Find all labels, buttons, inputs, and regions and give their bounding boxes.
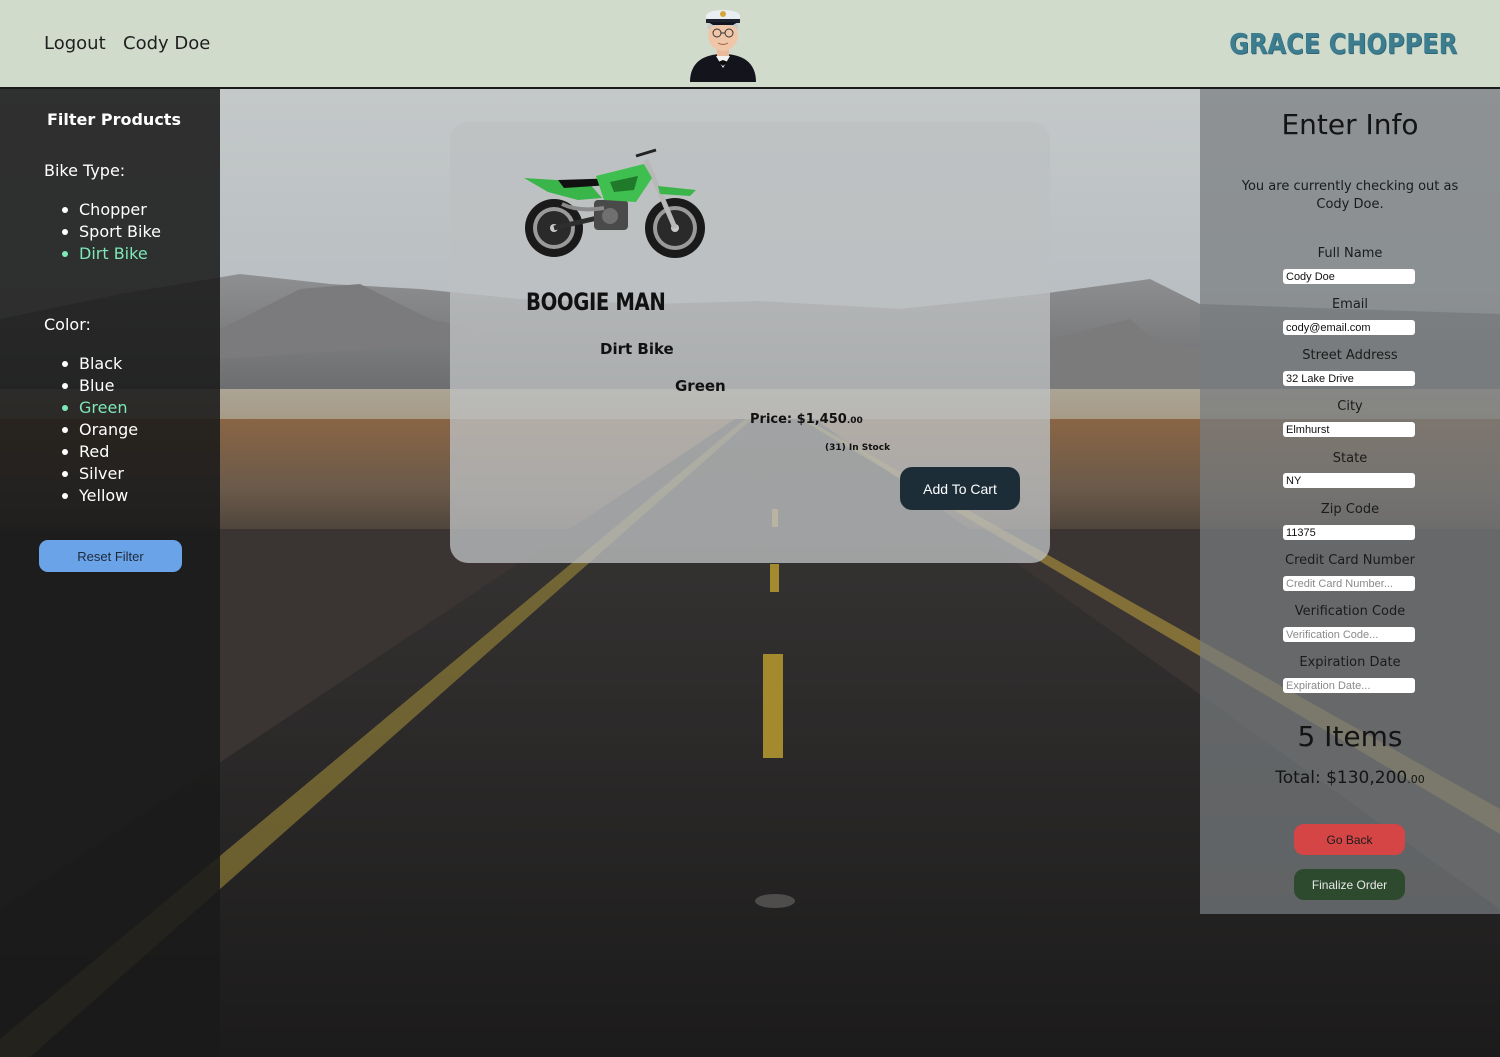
email-label: Email	[1331, 297, 1369, 312]
verification-code-label: Verification Code	[1294, 604, 1406, 619]
bike-type-chopper[interactable]: Chopper	[62, 199, 161, 221]
color-black[interactable]: Black	[62, 353, 138, 375]
go-back-button[interactable]: Go Back	[1294, 824, 1405, 855]
product-price: Price: $1,450.00	[750, 412, 863, 427]
full-name-field[interactable]	[1283, 269, 1415, 284]
price-prefix: Price:	[750, 412, 797, 427]
price-cents: .00	[846, 416, 863, 426]
credit-card-field[interactable]	[1283, 576, 1415, 591]
full-name-label: Full Name	[1317, 246, 1383, 261]
product-card: BOOGIE MAN Dirt Bike Green Price: $1,450…	[450, 122, 1050, 563]
color-red[interactable]: Red	[62, 441, 138, 463]
state-field[interactable]	[1283, 473, 1415, 488]
brand-logo[interactable]: GRACE CHOPPER	[1229, 27, 1457, 60]
product-name: BOOGIE MAN	[526, 288, 666, 316]
total-prefix: Total:	[1275, 768, 1327, 788]
city-field[interactable]	[1283, 422, 1415, 437]
color-green[interactable]: Green	[62, 397, 138, 419]
expiration-date-field[interactable]	[1283, 678, 1415, 693]
street-address-field[interactable]	[1283, 371, 1415, 386]
bike-type-list: Chopper Sport Bike Dirt Bike	[62, 199, 161, 265]
color-yellow[interactable]: Yellow	[62, 485, 138, 507]
street-address-label: Street Address	[1302, 348, 1398, 363]
checkout-note: You are currently checking out as Cody D…	[1241, 179, 1459, 212]
color-label: Color:	[44, 315, 91, 334]
total-cents: .00	[1407, 773, 1425, 786]
zip-code-label: Zip Code	[1320, 502, 1380, 517]
filter-title: Filter Products	[47, 110, 181, 129]
zip-code-field[interactable]	[1283, 525, 1415, 540]
verification-code-field[interactable]	[1283, 627, 1415, 642]
reset-filter-button[interactable]: Reset Filter	[39, 540, 182, 572]
product-type: Dirt Bike	[600, 340, 674, 358]
logout-link[interactable]: Logout	[44, 33, 106, 54]
bike-type-label: Bike Type:	[44, 161, 126, 180]
stock-status: (31) In Stock	[825, 443, 891, 453]
filter-sidebar: Filter Products Bike Type: Chopper Sport…	[0, 89, 220, 1057]
state-label: State	[1332, 451, 1368, 466]
captain-avatar-icon[interactable]	[686, 2, 760, 84]
total-main: $130,200	[1326, 768, 1408, 788]
email-field[interactable]	[1283, 320, 1415, 335]
credit-card-label: Credit Card Number	[1285, 553, 1415, 568]
color-list: Black Blue Green Orange Red Silver Yello…	[62, 353, 138, 507]
price-main: $1,450	[796, 412, 847, 427]
top-header: Logout Cody Doe GRACE CHOPPER	[0, 0, 1500, 89]
finalize-order-button[interactable]: Finalize Order	[1294, 869, 1405, 900]
color-silver[interactable]: Silver	[62, 463, 138, 485]
bike-type-dirt-bike[interactable]: Dirt Bike	[62, 243, 161, 265]
checkout-title: Enter Info	[1281, 108, 1419, 141]
expiration-date-label: Expiration Date	[1299, 655, 1401, 670]
color-blue[interactable]: Blue	[62, 375, 138, 397]
checkout-panel: Enter Info You are currently checking ou…	[1200, 89, 1500, 914]
order-total: Total: $130,200.00	[1200, 768, 1500, 788]
city-label: City	[1337, 399, 1363, 414]
green-dirt-bike-image[interactable]	[518, 142, 714, 262]
color-orange[interactable]: Orange	[62, 419, 138, 441]
bike-type-sport-bike[interactable]: Sport Bike	[62, 221, 161, 243]
add-to-cart-button[interactable]: Add To Cart	[900, 467, 1020, 510]
cart-items-count: 5 Items	[1297, 720, 1403, 753]
user-name-link[interactable]: Cody Doe	[123, 33, 210, 54]
product-color: Green	[675, 377, 726, 395]
